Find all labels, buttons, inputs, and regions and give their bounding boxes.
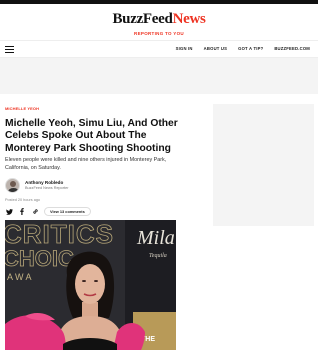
sidebar-ad-slot <box>213 104 314 226</box>
link-icon[interactable] <box>31 208 39 216</box>
logo-main: BuzzFeed <box>112 11 173 27</box>
author-avatar[interactable] <box>5 178 20 193</box>
nav-bar: SIGN IN ABOUT US GOT A TIP? BUZZFEED.COM <box>0 40 318 58</box>
posted-time: Posted 20 hours ago <box>5 198 41 202</box>
article-dek: Eleven people were killed and nine other… <box>5 157 167 172</box>
article-category[interactable]: MICHELLE YEOH <box>5 106 39 111</box>
backdrop-side-mila: Mila <box>136 227 175 249</box>
hamburger-menu-icon[interactable] <box>5 46 14 54</box>
backdrop-text-critics: CRITICS <box>5 220 114 249</box>
backdrop-side-tequila: Tequila <box>149 253 167 259</box>
nav-got-a-tip[interactable]: GOT A TIP? <box>238 46 263 51</box>
buzzfeed-news-logo[interactable]: BuzzFeedNews <box>0 10 318 28</box>
nav-buzzfeed-com[interactable]: BUZZFEED.COM <box>274 46 310 51</box>
top-bar <box>0 0 318 4</box>
backdrop-text-choice: CHOIC <box>5 246 74 271</box>
backdrop-text-awards: A W A <box>7 272 32 282</box>
article-headline: Michelle Yeoh, Simu Liu, And Other Celeb… <box>5 118 178 154</box>
view-comments-button[interactable]: View 13 comments <box>44 207 91 216</box>
nav-links: SIGN IN ABOUT US GOT A TIP? BUZZFEED.COM <box>176 46 310 51</box>
nav-about-us[interactable]: ABOUT US <box>204 46 227 51</box>
logo-news: News <box>172 11 206 27</box>
top-ad-slot <box>0 58 318 94</box>
nav-sign-in[interactable]: SIGN IN <box>176 46 193 51</box>
masthead: BuzzFeedNews REPORTING TO YOU <box>0 10 318 36</box>
author-info: Anthony Robledo BuzzFeed News Reporter <box>25 180 68 191</box>
hero-image[interactable]: CRITICS CHOIC A W A Mila Tequila THE <box>5 220 176 350</box>
byline: Anthony Robledo BuzzFeed News Reporter <box>5 178 68 193</box>
twitter-icon[interactable] <box>5 208 13 216</box>
tagline: REPORTING TO YOU <box>134 31 184 36</box>
facebook-icon[interactable] <box>18 208 26 216</box>
author-role: BuzzFeed News Reporter <box>25 186 69 190</box>
share-bar: View 13 comments <box>5 207 91 216</box>
